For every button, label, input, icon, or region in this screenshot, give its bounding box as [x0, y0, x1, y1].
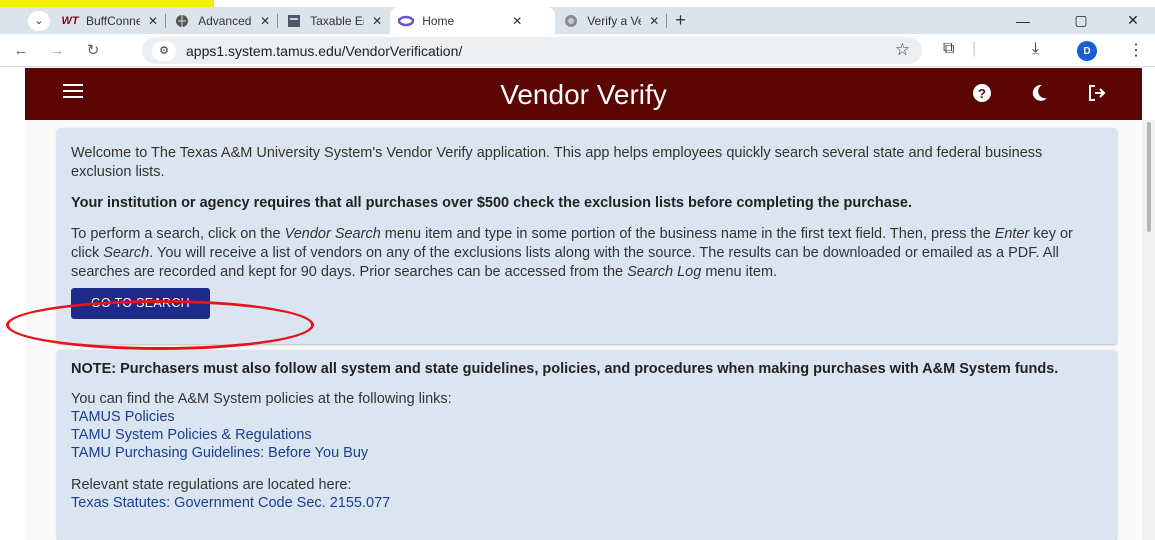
maximize-icon[interactable]: ▢ — [1058, 7, 1104, 34]
close-icon[interactable]: ✕ — [148, 14, 158, 28]
welcome-text: Welcome to The Texas A&M University Syst… — [71, 145, 1043, 180]
browser-tab-bar: ⌄ WT BuffConne ✕ Advanced ✕ Taxable Er ✕… — [0, 7, 1155, 34]
new-tab-icon[interactable]: + — [675, 10, 686, 31]
link-tamus-policies[interactable]: TAMUS Policies — [71, 408, 1103, 426]
go-to-search-button[interactable]: GO TO SEARCH — [71, 288, 210, 319]
state-intro: Relevant state regulations are located h… — [71, 477, 352, 493]
browser-tab-active[interactable]: Home ✕ — [390, 7, 556, 34]
tab-label: Home — [422, 13, 455, 28]
tab-label: BuffConne — [86, 13, 140, 28]
close-icon[interactable]: ✕ — [512, 14, 522, 28]
window-close-icon[interactable]: ✕ — [1110, 7, 1155, 34]
tab-label: Taxable Er — [310, 13, 365, 28]
more-menu-icon[interactable]: ⋮ — [1128, 40, 1144, 60]
note-card: NOTE: Purchasers must also follow all sy… — [57, 350, 1117, 540]
link-system-policies[interactable]: TAMU System Policies & Regulations — [71, 426, 1103, 444]
browser-tab[interactable]: WT BuffConne ✕ — [54, 7, 167, 34]
reload-icon[interactable]: ↻ — [80, 41, 106, 59]
browser-tab[interactable]: Taxable Er ✕ — [278, 7, 390, 34]
extensions-icon[interactable]: ⧉ — [943, 40, 954, 58]
tab-label: Advanced — [198, 13, 252, 28]
site-info-icon[interactable]: ⚙ — [152, 40, 176, 61]
links-intro: You can find the A&M System policies at … — [71, 391, 452, 407]
forward-icon[interactable]: → — [44, 42, 70, 59]
globe-icon — [174, 13, 190, 29]
scrollbar-thumb[interactable] — [1147, 122, 1151, 232]
url-text[interactable]: apps1.system.tamus.edu/VendorVerificatio… — [186, 43, 462, 59]
app-swirl-icon — [398, 13, 415, 29]
highlight-strip — [0, 0, 214, 7]
link-purchasing-guidelines[interactable]: TAMU Purchasing Guidelines: Before You B… — [71, 444, 1103, 462]
tab-label: Verify a Ve — [587, 13, 642, 28]
logout-icon[interactable] — [1085, 81, 1109, 105]
svg-text:?: ? — [978, 86, 986, 101]
note-heading: NOTE: Purchasers must also follow all sy… — [71, 361, 1059, 377]
address-bar[interactable]: ⚙ apps1.system.tamus.edu/VendorVerificat… — [142, 37, 922, 64]
browser-tab[interactable]: Verify a Ve ✕ — [555, 7, 668, 34]
minimize-icon[interactable]: — — [1000, 7, 1046, 34]
instructions-text: To perform a search, click on the Vendor… — [71, 226, 1073, 280]
close-icon[interactable]: ✕ — [372, 14, 382, 28]
back-icon[interactable]: ← — [8, 42, 34, 59]
close-icon[interactable]: ✕ — [649, 14, 659, 28]
close-icon[interactable]: ✕ — [260, 14, 270, 28]
download-icon[interactable]: ⤓ — [1032, 40, 1039, 58]
toolbar-divider: | — [972, 40, 977, 57]
page-icon — [286, 13, 302, 29]
app-header: Vendor Verify ? — [25, 68, 1142, 120]
browser-tab[interactable]: Advanced ✕ — [166, 7, 279, 34]
wt-icon: WT — [61, 14, 79, 27]
intro-card: Welcome to The Texas A&M University Syst… — [57, 128, 1117, 344]
dark-mode-icon[interactable] — [1027, 81, 1051, 105]
link-texas-statutes[interactable]: Texas Statutes: Government Code Sec. 215… — [71, 494, 1103, 512]
avatar[interactable]: D — [1077, 41, 1097, 61]
seal-icon — [563, 13, 579, 29]
help-icon[interactable]: ? — [970, 81, 994, 105]
bookmark-star-icon[interactable]: ☆ — [895, 40, 910, 60]
requirement-text: Your institution or agency requires that… — [71, 195, 912, 211]
tab-search-button[interactable]: ⌄ — [28, 10, 50, 31]
